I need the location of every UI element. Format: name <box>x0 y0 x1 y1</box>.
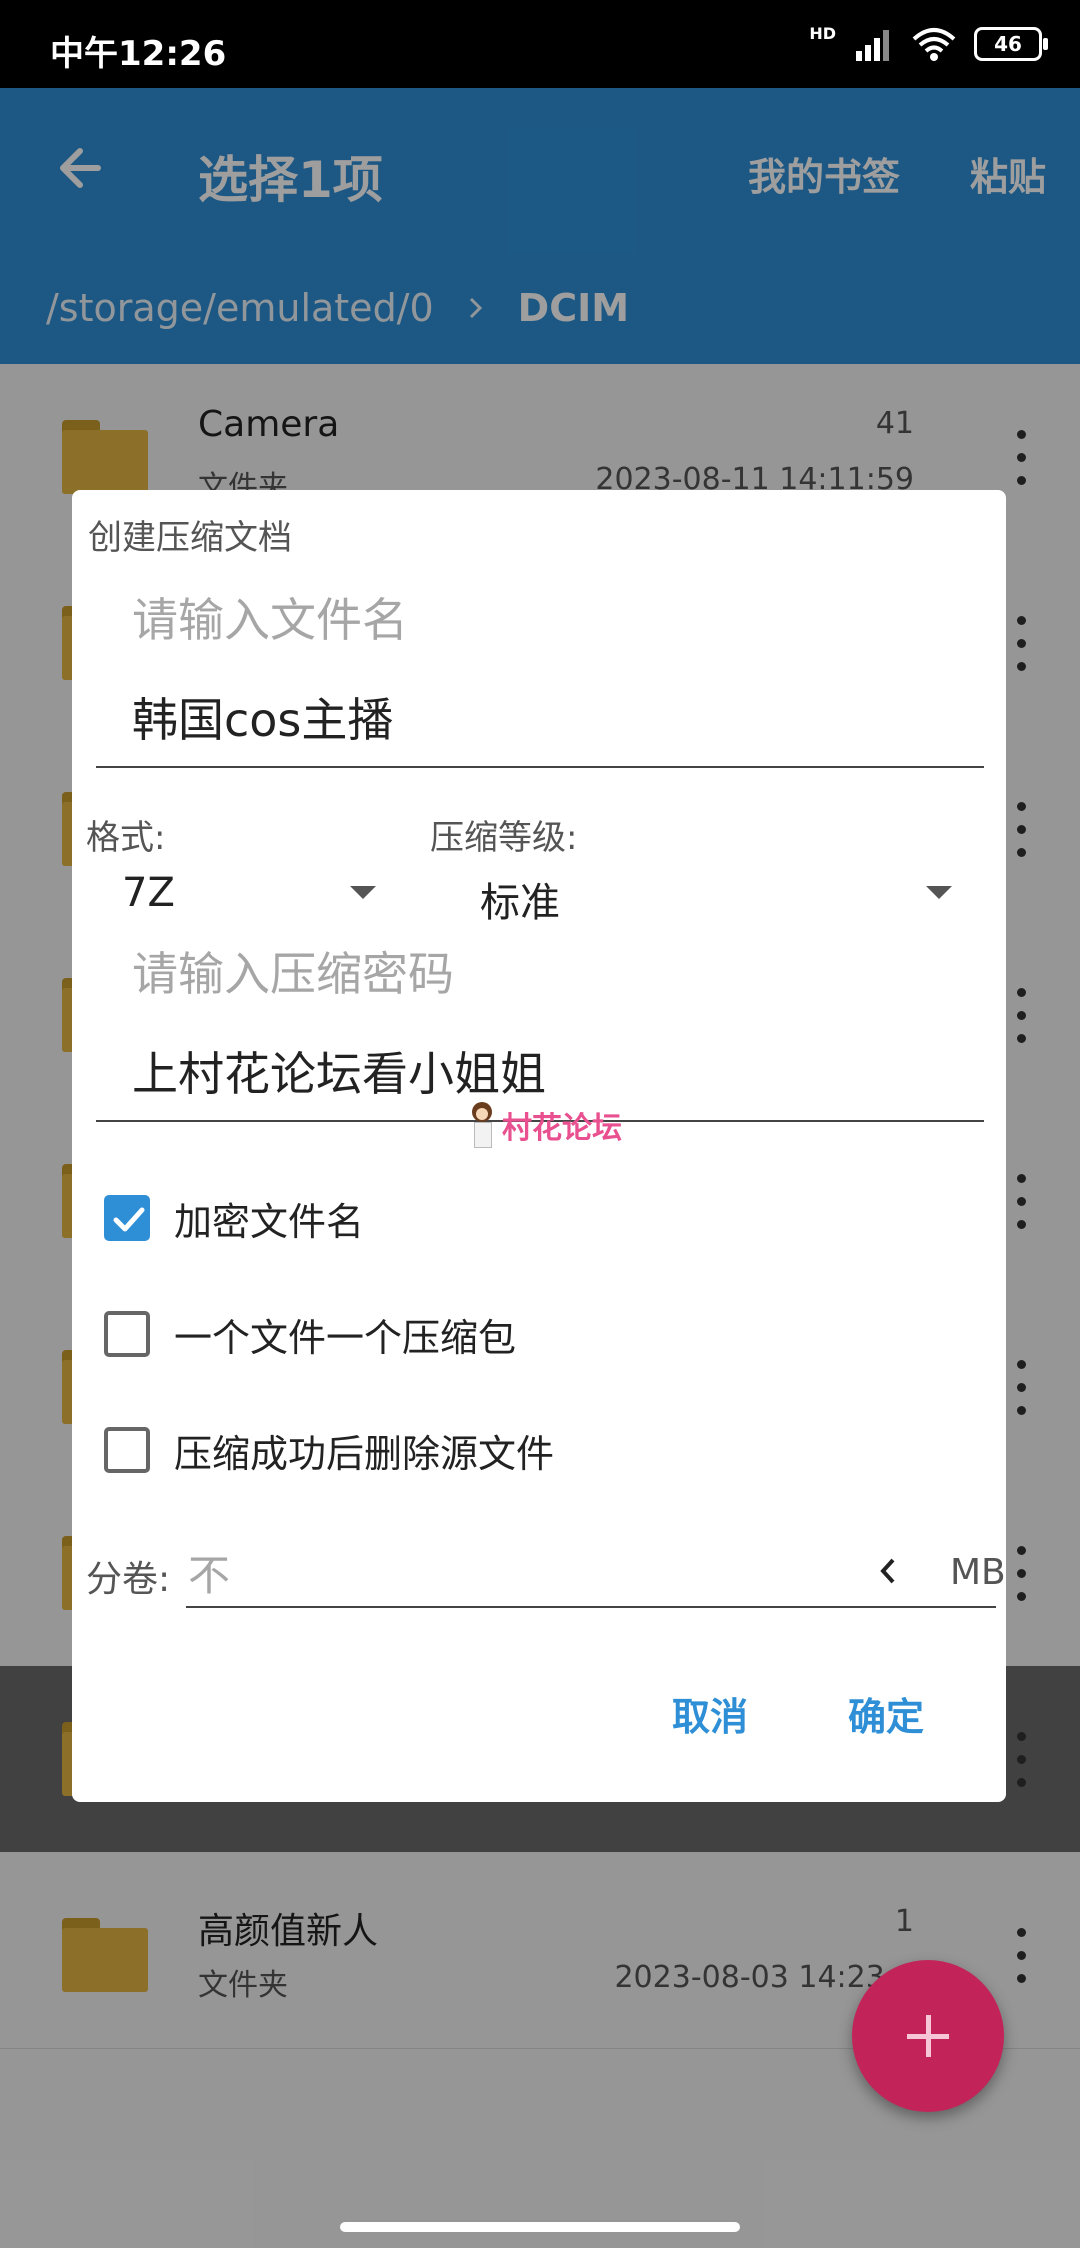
format-dropdown-icon[interactable] <box>350 886 376 899</box>
status-bar: 中午12:26 HD 46 <box>0 0 1080 88</box>
delete-source-option[interactable]: 压缩成功后删除源文件 <box>104 1420 554 1480</box>
create-archive-dialog: 创建压缩文档 请输入文件名 韩国cos主播 格式: 7Z 压缩等级: 标准 请输… <box>72 490 1006 1802</box>
ok-button[interactable]: 确定 <box>848 1686 924 1741</box>
level-label: 压缩等级: <box>430 818 578 858</box>
status-icons: HD 46 <box>809 24 1048 64</box>
level-select[interactable]: 标准 <box>480 870 560 928</box>
watermark: 村花论坛 <box>468 1102 622 1148</box>
filename-input[interactable]: 韩国cos主播 <box>132 684 393 750</box>
volume-unit: MB <box>950 1552 1006 1593</box>
encrypt-filename-option[interactable]: 加密文件名 <box>104 1188 364 1248</box>
home-indicator[interactable] <box>340 2222 740 2232</box>
filename-underline <box>96 766 984 768</box>
password-hint: 请输入压缩密码 <box>132 947 454 1001</box>
network-type-label: HD <box>809 24 836 43</box>
checkbox[interactable] <box>104 1311 150 1357</box>
signal-icon <box>856 30 889 61</box>
password-input[interactable]: 上村花论坛看小姐姐 <box>132 1038 546 1104</box>
cancel-button[interactable]: 取消 <box>672 1686 748 1741</box>
format-label: 格式: <box>86 818 166 858</box>
checkbox[interactable] <box>104 1427 150 1473</box>
level-dropdown-icon[interactable] <box>926 886 952 899</box>
checkbox-checked[interactable] <box>104 1195 150 1241</box>
check-icon <box>113 1207 145 1232</box>
battery-icon: 46 <box>974 27 1048 61</box>
volume-input[interactable]: 不 <box>188 1542 230 1603</box>
filename-hint: 请输入文件名 <box>132 593 408 647</box>
battery-level: 46 <box>994 32 1022 56</box>
one-archive-per-file-option[interactable]: 一个文件一个压缩包 <box>104 1304 516 1364</box>
watermark-text: 村花论坛 <box>502 1111 622 1146</box>
add-button[interactable] <box>852 1960 1004 2112</box>
volume-label: 分卷: <box>86 1559 171 1600</box>
format-select[interactable]: 7Z <box>122 870 175 916</box>
watermark-doll-icon <box>468 1102 496 1148</box>
dialog-title: 创建压缩文档 <box>88 518 292 558</box>
option-label: 压缩成功后删除源文件 <box>174 1431 555 1476</box>
status-time: 中午12:26 <box>50 34 227 74</box>
chevron-left-icon[interactable] <box>878 1556 898 1586</box>
wifi-icon <box>912 28 956 61</box>
option-label: 加密文件名 <box>174 1199 365 1244</box>
option-label: 一个文件一个压缩包 <box>174 1315 517 1360</box>
volume-underline <box>186 1606 996 1608</box>
